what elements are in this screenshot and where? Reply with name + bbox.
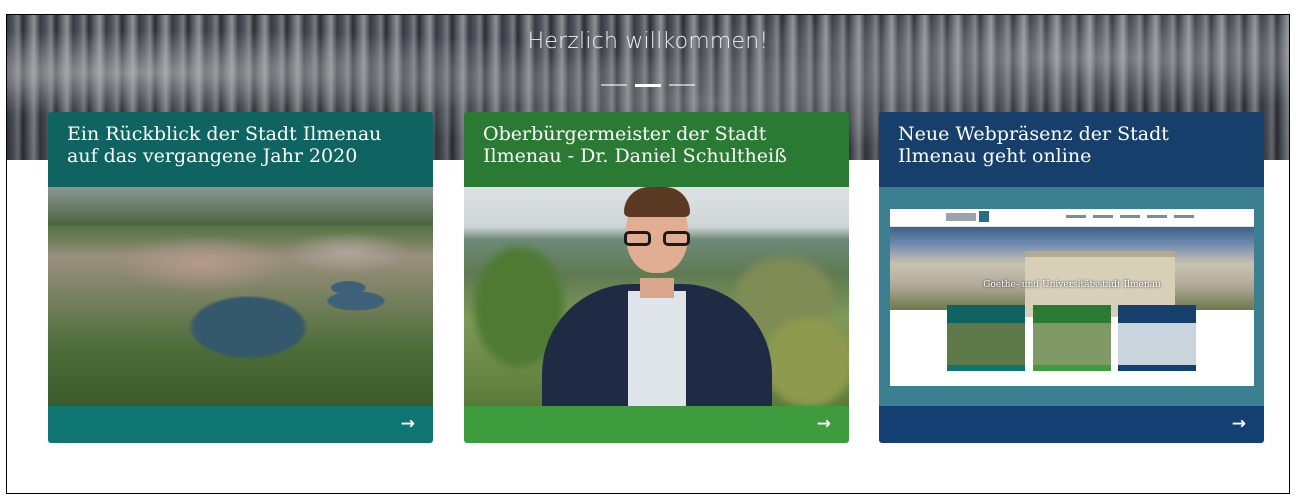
aerial-landscape: [48, 187, 433, 406]
card-link-button[interactable]: →: [879, 406, 1264, 443]
person-shirt: [627, 291, 686, 406]
mini-card: [947, 305, 1025, 375]
card-title[interactable]: Ein Rückblick der Stadt Ilmenau auf das …: [48, 112, 433, 187]
person-hair: [623, 187, 690, 217]
slider-dot-1[interactable]: [601, 84, 627, 86]
news-card-webpraesenz[interactable]: Neue Webpräsenz der Stadt Ilmenau geht o…: [879, 112, 1264, 443]
slider-indicators: [7, 83, 1289, 87]
card-title[interactable]: Oberbürgermeister der Stadt Ilmenau - Dr…: [464, 112, 849, 187]
hero-title: Herzlich willkommen!: [527, 29, 769, 54]
portrait-image[interactable]: [464, 187, 849, 406]
site-hero-caption: Goethe- und Universitätsstadt Ilmenau: [983, 280, 1161, 290]
mini-card: [1118, 305, 1196, 375]
card-link-button[interactable]: →: [464, 406, 849, 443]
website-preview: Goethe- und Universitätsstadt Ilmenau: [890, 209, 1254, 386]
arrow-right-icon: →: [1231, 414, 1246, 434]
arrow-right-icon: →: [400, 414, 415, 434]
hills: [48, 187, 433, 225]
slider-dot-2[interactable]: [635, 83, 661, 87]
site-logo-mark: [979, 211, 989, 222]
site-hero: Goethe- und Universitätsstadt Ilmenau: [890, 227, 1254, 317]
slider-dot-3[interactable]: [669, 84, 695, 86]
tree: [764, 317, 849, 406]
glasses: [623, 231, 690, 246]
person-neck: [639, 278, 674, 298]
site-logo: [946, 213, 976, 221]
site-nav: [1066, 215, 1194, 218]
website-screenshot-image[interactable]: Goethe- und Universitätsstadt Ilmenau: [879, 187, 1264, 406]
news-card-rueckblick[interactable]: Ein Rückblick der Stadt Ilmenau auf das …: [48, 112, 433, 443]
card-title[interactable]: Neue Webpräsenz der Stadt Ilmenau geht o…: [879, 112, 1264, 187]
aerial-photo-image[interactable]: [48, 187, 433, 406]
page-frame: Herzlich willkommen! Ein Rückblick der S…: [6, 14, 1290, 494]
news-card-oberbuergermeister[interactable]: Oberbürgermeister der Stadt Ilmenau - Dr…: [464, 112, 849, 443]
site-header: [890, 209, 1254, 227]
arrow-right-icon: →: [816, 414, 831, 434]
mini-card: [1033, 305, 1111, 375]
card-link-button[interactable]: →: [48, 406, 433, 443]
